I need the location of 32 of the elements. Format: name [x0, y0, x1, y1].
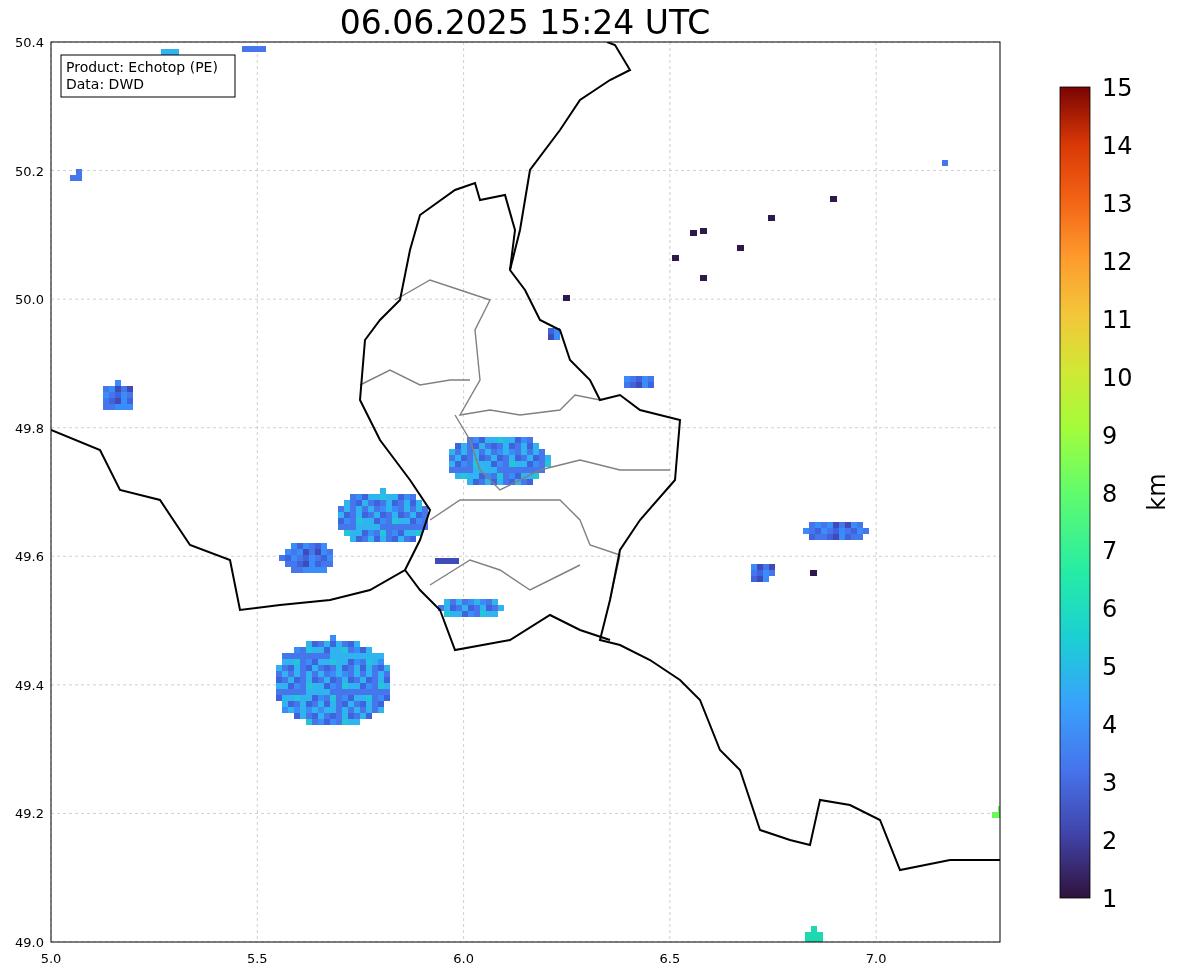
- colorbar-tick-label: 3: [1102, 769, 1118, 798]
- y-tick-label: 50.0: [15, 292, 44, 308]
- colorbar-tick-label: 14: [1102, 131, 1133, 160]
- colorbar-label: km: [1143, 473, 1171, 511]
- y-tick-label: 50.4: [15, 35, 44, 50]
- x-tick-label: 5.5: [246, 951, 268, 966]
- colorbar-tick-label: 5: [1102, 653, 1118, 682]
- colorbar-tick-label: 11: [1102, 305, 1133, 334]
- y-tick-label: 50.2: [15, 163, 44, 179]
- x-tick-label: 6.0: [453, 951, 474, 966]
- colorbar-tick-label: 1: [1102, 885, 1118, 913]
- colorbar-tick-label: 12: [1102, 247, 1133, 276]
- colorbar-tick-label: 6: [1102, 595, 1118, 624]
- colorbar-tick-label: 2: [1102, 827, 1118, 856]
- chart-title: 06.06.2025 15:24 UTC: [339, 3, 711, 42]
- colorbar-tick-label: 8: [1102, 479, 1118, 508]
- y-tick-label: 49.8: [15, 420, 44, 436]
- colorbar-tick-label: 13: [1102, 189, 1133, 218]
- colorbar-tick-label: 4: [1102, 711, 1118, 740]
- colorbar-tick-label: 9: [1102, 421, 1118, 450]
- colorbar-tick-label: 10: [1102, 363, 1133, 392]
- legend-text: Data: DWD: [66, 76, 144, 92]
- y-tick-label: 49.4: [15, 677, 44, 693]
- legend-text: Product: Echotop (PE): [66, 59, 218, 75]
- x-tick-label: 7.0: [865, 951, 887, 966]
- y-tick-label: 49.2: [15, 806, 44, 822]
- y-tick-label: 49.6: [15, 549, 44, 565]
- colorbar-tick-label: 7: [1102, 537, 1118, 566]
- y-tick-label: 49.0: [15, 935, 44, 950]
- x-tick-label: 5.0: [40, 951, 62, 966]
- colorbar-tick-label: 15: [1102, 74, 1133, 102]
- x-tick-label: 6.5: [659, 951, 681, 966]
